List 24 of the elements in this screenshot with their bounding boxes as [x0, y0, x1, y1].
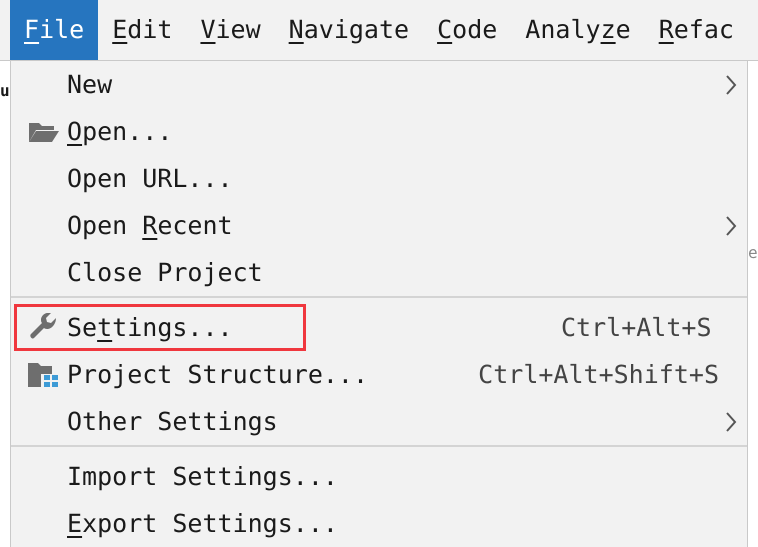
- project-folder-icon: [28, 360, 60, 388]
- menu-item[interactable]: Export Settings...: [11, 500, 747, 547]
- shortcut-text: Ctrl+Alt+S: [561, 312, 712, 344]
- menu-bar-item[interactable]: Navigate: [274, 0, 424, 60]
- menu-bar-item[interactable]: Analyze: [511, 0, 645, 60]
- chevron-right-icon: [725, 410, 737, 432]
- text-fragment: e: [748, 245, 758, 261]
- menu-bar-item[interactable]: Edit: [98, 0, 186, 60]
- menu-item[interactable]: Open Recent: [11, 202, 747, 249]
- menu-bar-item[interactable]: File: [10, 0, 98, 60]
- menu-item[interactable]: Open...: [11, 108, 747, 155]
- menu-bar-item[interactable]: View: [186, 0, 275, 60]
- shortcut-text: Ctrl+Alt+Shift+S: [478, 358, 720, 391]
- menu-item[interactable]: New: [11, 61, 747, 108]
- menu-bar-item[interactable]: Code: [423, 0, 512, 60]
- menu-item[interactable]: Open URL...: [11, 155, 747, 202]
- menu-item[interactable]: Project Structure... Ctrl+Alt+Shift+S: [11, 351, 747, 398]
- chevron-right-icon: [725, 214, 737, 236]
- menu-item[interactable]: Other Settings: [11, 398, 747, 445]
- text-fragment: u: [0, 83, 10, 99]
- chevron-right-icon: [725, 74, 737, 96]
- menu-bar-item[interactable]: Refac: [644, 0, 748, 60]
- menu-item[interactable]: Close Project: [11, 249, 747, 296]
- menu-item[interactable]: Import Settings...: [11, 453, 747, 500]
